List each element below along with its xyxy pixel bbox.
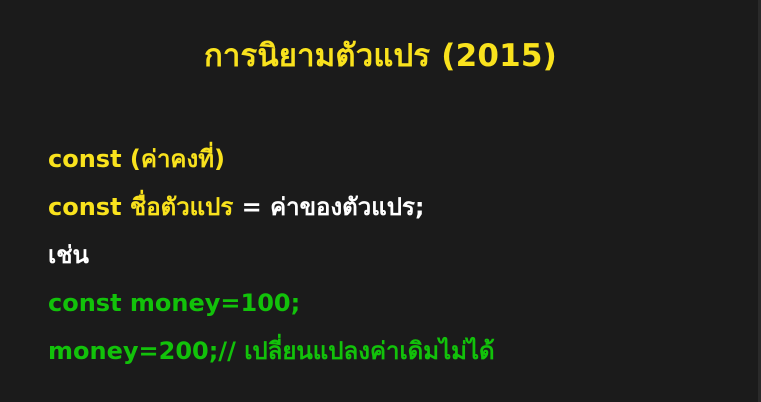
- slide-title: การนิยามตัวแปร (2015): [203, 38, 558, 74]
- line-const-definition: const (ค่าคงที่): [48, 147, 225, 171]
- line-example-label: เช่น: [48, 241, 89, 269]
- code-example-reassign: money=200;// เปลี่ยนแปลงค่าเดิมไม่ได้: [48, 337, 495, 365]
- line-syntax: const ชื่อตัวแปร = ค่าของตัวแปร;: [48, 195, 424, 219]
- code-example-declare: const money=100;: [48, 289, 301, 317]
- slide: การนิยามตัวแปร (2015) const (ค่าคงที่) c…: [0, 0, 761, 402]
- const-keyword-label: const (ค่าคงที่): [48, 145, 225, 173]
- syntax-value: = ค่าของตัวแปร;: [233, 193, 425, 221]
- syntax-keyword: const ชื่อตัวแปร: [48, 193, 234, 221]
